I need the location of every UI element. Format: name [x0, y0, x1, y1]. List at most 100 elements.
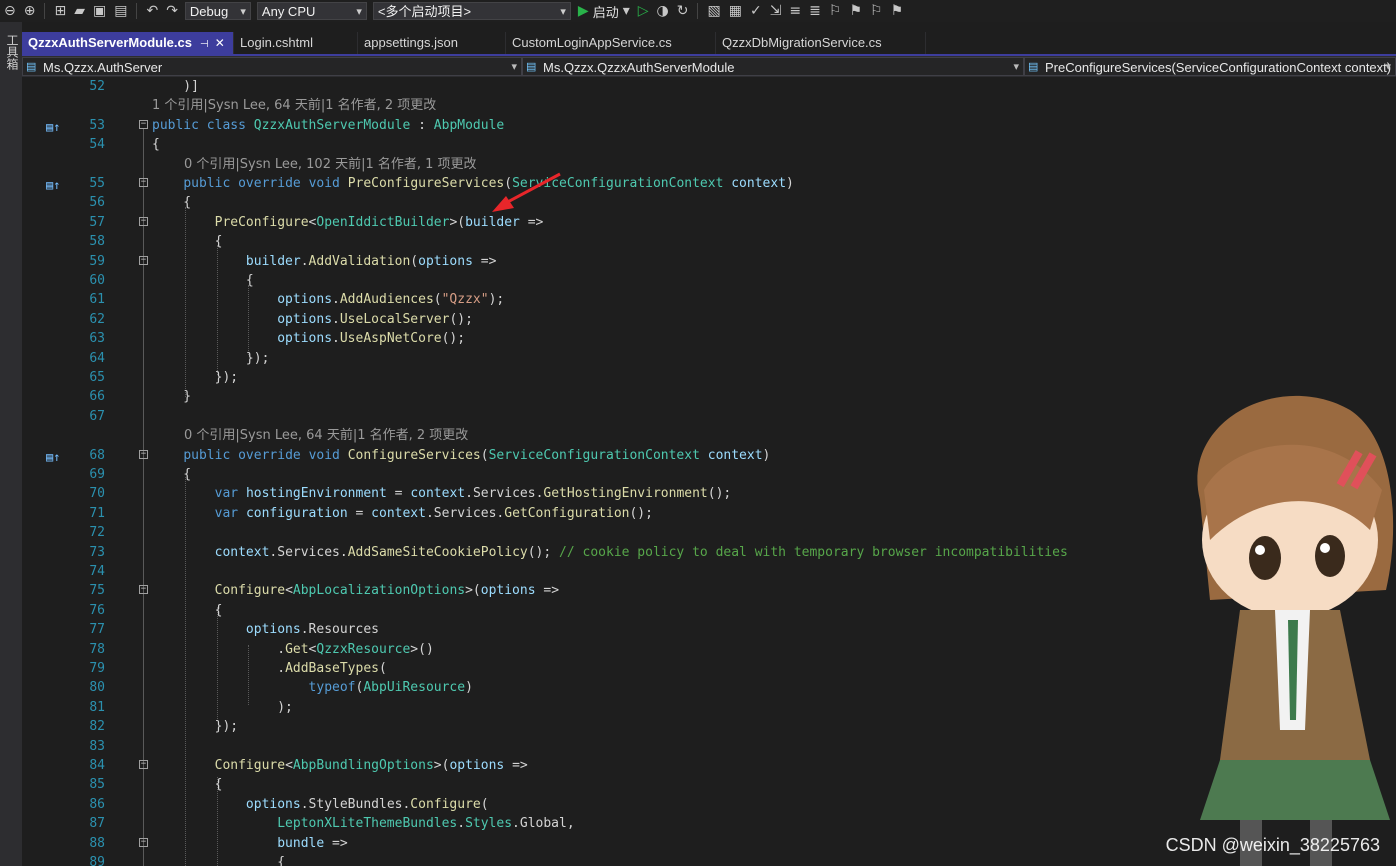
- restart-icon[interactable]: ↻: [677, 3, 689, 19]
- startup-dropdown[interactable]: <多个启动项目>: [372, 2, 571, 21]
- collapse-icon[interactable]: −: [139, 178, 148, 187]
- bookmark-clear-icon[interactable]: ⚑: [891, 3, 904, 19]
- code-token: override: [238, 447, 301, 463]
- type-dropdown[interactable]: Ms.Qzzx.QzzxAuthServerModule: [522, 57, 1024, 77]
- toolbox-tab[interactable]: 工具箱: [4, 34, 21, 70]
- code-token: "Qzzx": [441, 292, 489, 308]
- code-token: void: [308, 176, 340, 191]
- close-icon[interactable]: ✕: [215, 36, 225, 50]
- code-token: var: [214, 486, 239, 502]
- collapse-icon[interactable]: −: [139, 760, 148, 769]
- code-token: });: [152, 350, 270, 366]
- code-line[interactable]: 58 {: [22, 232, 1396, 251]
- code-line[interactable]: 64 });: [22, 349, 1396, 368]
- code-token: (: [378, 661, 387, 676]
- line-number: 58: [89, 234, 105, 250]
- code-line[interactable]: 59 − builder.AddValidation(options =>: [22, 252, 1396, 271]
- step-icon[interactable]: ⇲: [770, 3, 782, 19]
- tab-customloginappservice[interactable]: CustomLoginAppService.cs: [506, 32, 716, 54]
- uncomment-icon[interactable]: ≣: [809, 3, 821, 19]
- code-token: .: [152, 661, 286, 676]
- tab-qzzxdbmigrationservice[interactable]: QzzxDbMigrationService.cs: [716, 32, 926, 54]
- code-line[interactable]: 63 options.UseAspNetCore();: [22, 329, 1396, 348]
- code-text: .AddBaseTypes(: [152, 659, 387, 678]
- code-token: =: [347, 505, 372, 521]
- collapse-icon[interactable]: −: [139, 216, 148, 226]
- collapse-icon[interactable]: −: [139, 449, 148, 459]
- code-token: options: [245, 622, 301, 638]
- config-dropdown[interactable]: Debug: [184, 2, 251, 21]
- start-button[interactable]: 启动: [593, 2, 619, 21]
- collapse-icon[interactable]: −: [139, 119, 148, 129]
- window-layout-icon[interactable]: ▦: [729, 3, 742, 19]
- code-line[interactable]: 55 ▤↑ − public override void PreConfigureS…: [22, 174, 1396, 193]
- code-line[interactable]: 52 )]: [22, 77, 1396, 96]
- browse-icon[interactable]: ▧: [707, 3, 720, 19]
- member-dropdown[interactable]: PreConfigureServices(ServiceConfiguratio…: [1024, 57, 1396, 77]
- back-icon[interactable]: ⊖: [4, 3, 16, 19]
- redo-icon[interactable]: ↷: [166, 3, 178, 19]
- codelens-text[interactable]: 1 个引用|Sysn Lee, 64 天前|1 名作者, 2 项更改: [152, 96, 436, 115]
- codelens-text[interactable]: 0 个引用|Sysn Lee, 64 天前|1 名作者, 2 项更改: [184, 426, 468, 445]
- code-line[interactable]: 61 options.AddAudiences("Qzzx");: [22, 290, 1396, 309]
- bookmark-icon[interactable]: ⚐: [829, 3, 842, 19]
- forward-icon[interactable]: ⊕: [24, 3, 36, 19]
- code-text: options.AddAudiences("Qzzx");: [152, 290, 504, 309]
- undo-icon[interactable]: ↶: [146, 3, 158, 19]
- code-line[interactable]: 56 {: [22, 193, 1396, 212]
- code-token: ();: [441, 331, 466, 347]
- code-line[interactable]: 54 {: [22, 135, 1396, 154]
- code-line[interactable]: 57− PreConfigure<OpenIddictBuilder>(buil…: [22, 213, 1396, 232]
- code-text: bundle =>: [152, 834, 347, 853]
- line-number: 56: [89, 195, 105, 211]
- pin-icon[interactable]: ⊣: [200, 39, 209, 50]
- code-token: >(: [449, 214, 466, 230]
- open-folder-icon[interactable]: ▰: [74, 3, 85, 19]
- save-icon[interactable]: ▣: [93, 3, 106, 19]
- attach-icon[interactable]: ◑: [657, 3, 669, 19]
- code-text: context.Services.AddSameSiteCookiePolicy…: [152, 543, 1068, 562]
- code-token: =: [386, 486, 411, 502]
- start-icon[interactable]: ▶: [578, 3, 589, 19]
- line-number: 79: [89, 661, 105, 676]
- tab-login-cshtml[interactable]: Login.cshtml: [234, 32, 358, 54]
- line-number: 52: [89, 79, 105, 94]
- tab-qzzxauthservermodule[interactable]: QzzxAuthServerModule.cs ⊣ ✕: [22, 32, 234, 54]
- collapse-icon[interactable]: −: [139, 255, 148, 265]
- line-number: 65: [89, 370, 105, 385]
- spellcheck-icon[interactable]: ✓: [750, 3, 762, 19]
- code-text: options.StyleBundles.Configure(: [152, 795, 489, 814]
- code-line[interactable]: 62 options.UseLocalServer();: [22, 310, 1396, 329]
- start-without-debug-icon[interactable]: ▷: [638, 3, 649, 19]
- code-text: {: [152, 271, 254, 290]
- code-line[interactable]: 60 {: [22, 271, 1396, 290]
- codelens-text[interactable]: 0 个引用|Sysn Lee, 102 天前|1 名作者, 1 项更改: [184, 155, 477, 174]
- code-token: context: [214, 544, 270, 560]
- new-item-icon[interactable]: ⊞: [54, 3, 66, 19]
- bookmark-prev-icon[interactable]: ⚑: [849, 3, 862, 19]
- start-dropdown-icon[interactable]: ▾: [623, 3, 630, 19]
- save-all-icon[interactable]: ▤: [114, 3, 127, 19]
- collapse-icon[interactable]: −: [139, 585, 148, 595]
- platform-dropdown[interactable]: Any CPU: [256, 2, 367, 21]
- tab-appsettings[interactable]: appsettings.json: [358, 32, 506, 54]
- code-text: {: [152, 465, 191, 484]
- code-line[interactable]: 53 ▤↑ − public class QzzxAuthServerModule :…: [22, 116, 1396, 135]
- code-token: AbpLocalizationOptions: [292, 583, 466, 599]
- codelens-info[interactable]: 0 个引用|Sysn Lee, 102 天前|1 名作者, 1 项更改: [22, 155, 1396, 174]
- code-token: options: [449, 758, 505, 773]
- code-text: {: [152, 775, 223, 794]
- bookmark-next-icon[interactable]: ⚐: [870, 3, 883, 19]
- code-text: LeptonXLiteThemeBundles.Styles.Global,: [152, 814, 574, 833]
- collapse-icon[interactable]: −: [139, 837, 148, 847]
- comment-icon[interactable]: ≡: [789, 3, 801, 19]
- codelens-info[interactable]: 1 个引用|Sysn Lee, 64 天前|1 名作者, 2 项更改: [22, 96, 1396, 115]
- annotation-arrow: [492, 172, 561, 212]
- project-dropdown[interactable]: Ms.Qzzx.AuthServer: [22, 57, 522, 77]
